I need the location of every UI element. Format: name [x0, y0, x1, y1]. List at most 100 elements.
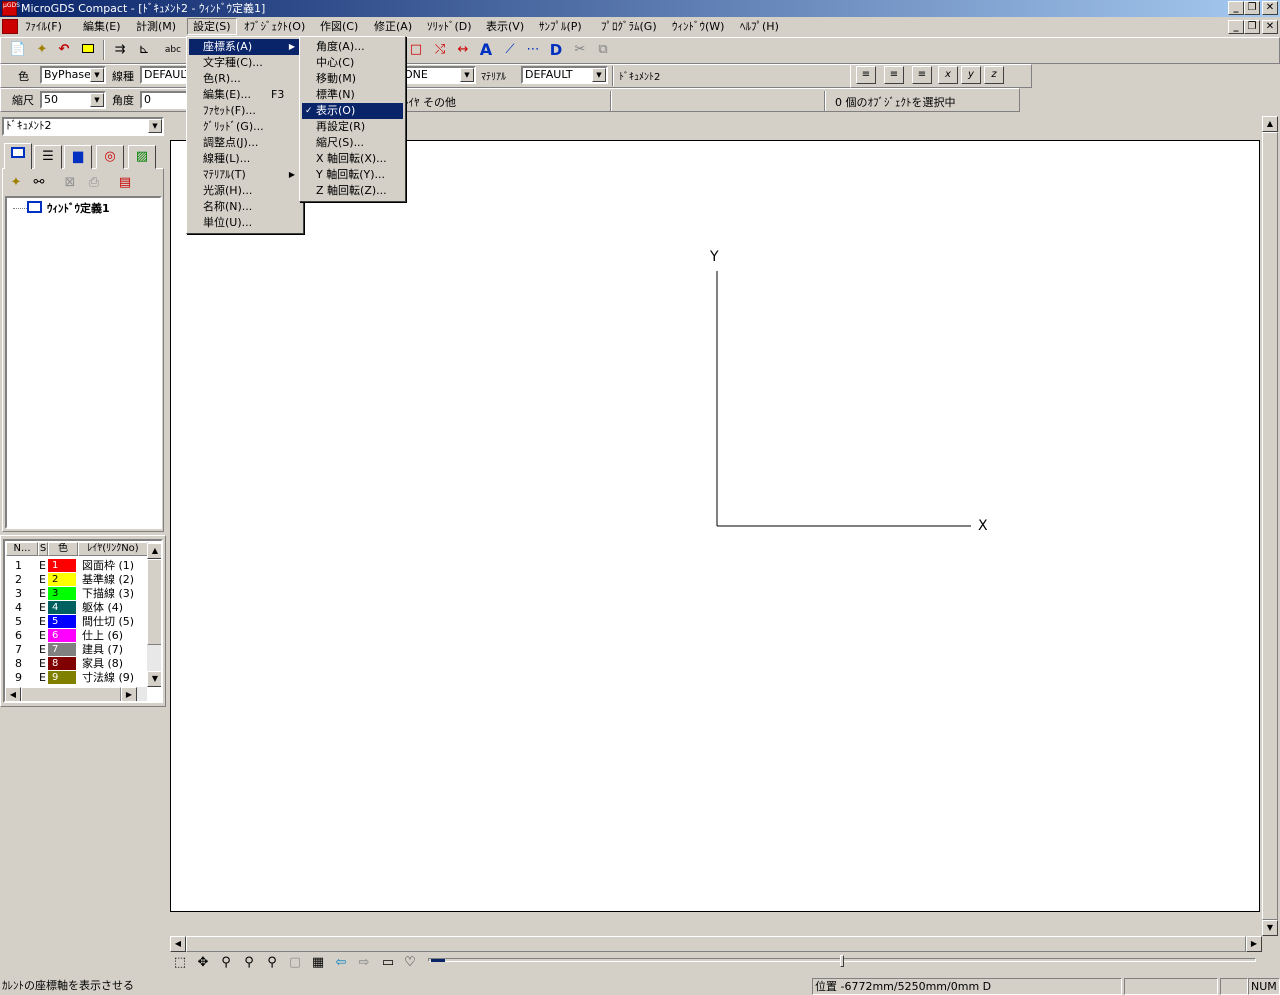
column-number[interactable]: N...	[6, 542, 38, 556]
layer-row[interactable]: 3 E 3 下描線 (3)	[5, 587, 147, 601]
scroll-down-icon[interactable]: ▼	[147, 671, 161, 687]
tab-images[interactable]: ▨	[128, 145, 156, 169]
settings-menu-item[interactable]: 色(R)...	[189, 71, 299, 87]
pan-icon[interactable]: ✥	[193, 953, 213, 973]
leader-icon[interactable]: ⟋	[500, 40, 520, 60]
text-icon[interactable]: abc	[163, 40, 183, 60]
layer-row[interactable]: 4 E 4 躯体 (4)	[5, 601, 147, 615]
align-center-icon[interactable]: ≡	[884, 66, 904, 84]
layer-color-swatch[interactable]: 2	[48, 573, 76, 586]
minimize-button[interactable]: _	[1228, 1, 1244, 15]
angle-input[interactable]: 0	[140, 91, 188, 109]
child-minimize-button[interactable]: _	[1228, 20, 1244, 34]
restore-button[interactable]: ❐	[1244, 1, 1260, 15]
select-icon[interactable]	[78, 40, 98, 60]
fit-icon[interactable]: ♡	[400, 953, 420, 973]
menu-modify[interactable]: 修正(A)	[369, 18, 417, 35]
settings-menu-item[interactable]: ｸﾞﾘｯﾄﾞ(G)...	[189, 119, 299, 135]
linetype-combo[interactable]: DEFAULT	[140, 66, 188, 84]
dim-d-icon[interactable]: D	[546, 40, 566, 60]
x-icon[interactable]: x	[938, 66, 958, 84]
layer-hscroll[interactable]: ◀ ▶	[5, 687, 147, 701]
coordinate-submenu-item[interactable]: X 軸回転(X)...	[302, 151, 403, 167]
color-combo[interactable]: ByPhase ▼	[40, 66, 106, 84]
delete-window-icon[interactable]: ⊠	[60, 173, 80, 193]
view-3d-icon[interactable]: ⬚	[170, 953, 190, 973]
forward-icon[interactable]: ⇨	[354, 953, 374, 973]
drawing-canvas[interactable]: Y X	[170, 140, 1260, 912]
column-layer[interactable]: ﾚｲﾔ(ﾘﾝｸNo)	[78, 542, 148, 556]
scroll-right-icon[interactable]: ▶	[1246, 936, 1262, 952]
layer-color-swatch[interactable]: 5	[48, 615, 76, 628]
layer-color-swatch[interactable]: 9	[48, 671, 76, 684]
menu-help[interactable]: ﾍﾙﾌﾟ(H)	[735, 18, 784, 35]
undo-icon[interactable]: ↶	[54, 40, 74, 60]
chevron-down-icon[interactable]: ▼	[90, 68, 104, 82]
settings-menu-item[interactable]: 編集(E)... F3	[189, 87, 299, 103]
menu-settings[interactable]: 設定(S)	[187, 18, 237, 35]
layer-color-swatch[interactable]: 4	[48, 601, 76, 614]
menu-file[interactable]: ﾌｧｲﾙ(F)	[20, 18, 67, 35]
coordinate-submenu-item[interactable]: Z 軸回転(Z)...	[302, 183, 403, 199]
settings-menu-item[interactable]: 文字種(C)...	[189, 55, 299, 71]
document-combo[interactable]: ﾄﾞｷｭﾒﾝﾄ2 ▼	[2, 117, 164, 136]
settings-menu-item[interactable]: 調整点(J)...	[189, 135, 299, 151]
chevron-down-icon[interactable]: ▼	[460, 68, 474, 82]
layer-color-swatch[interactable]: 3	[48, 587, 76, 600]
menu-sample[interactable]: ｻﾝﾌﾟﾙ(P)	[534, 18, 587, 35]
paste-icon[interactable]: ⧉	[593, 40, 613, 60]
child-close-button[interactable]: ✕	[1262, 20, 1278, 34]
scroll-left-icon[interactable]: ◀	[170, 936, 186, 952]
coordinate-submenu-item[interactable]: Y 軸回転(Y)...	[302, 167, 403, 183]
layer-color-swatch[interactable]: 8	[48, 657, 76, 670]
menu-measure[interactable]: 計測(M)	[131, 18, 181, 35]
settings-menu-item[interactable]: 光源(H)...	[189, 183, 299, 199]
new-window-icon[interactable]: ✦	[6, 173, 26, 193]
measure-icon[interactable]: ⇉	[110, 40, 130, 60]
coordinate-submenu-item[interactable]: 再設定(R)	[302, 119, 403, 135]
scroll-down-icon[interactable]: ▼	[1262, 920, 1278, 936]
layer-vscroll[interactable]: ▲ ▼	[147, 543, 161, 687]
dimension-icon[interactable]: ⊾	[134, 40, 154, 60]
zoom-icon[interactable]: ⚲	[216, 953, 236, 973]
zoom-window-icon[interactable]: ▢	[285, 953, 305, 973]
back-icon[interactable]: ⇦	[331, 953, 351, 973]
scroll-right-icon[interactable]: ▶	[121, 687, 137, 701]
settings-menu-item[interactable]: 単位(U)...	[189, 215, 299, 231]
close-button[interactable]: ✕	[1262, 1, 1278, 15]
scroll-left-icon[interactable]: ◀	[5, 687, 21, 701]
scroll-up-icon[interactable]: ▲	[147, 543, 161, 559]
coordinate-submenu-item[interactable]: 移動(M)	[302, 71, 403, 87]
align-left-icon[interactable]: ≡	[856, 66, 876, 84]
menu-edit[interactable]: 編集(E)	[78, 18, 126, 35]
scroll-thumb[interactable]	[147, 559, 161, 645]
layer-row[interactable]: 5 E 5 間仕切 (5)	[5, 615, 147, 629]
zoom-out-icon[interactable]: ⚲	[262, 953, 282, 973]
coordinate-submenu-item[interactable]: 縮尺(S)...	[302, 135, 403, 151]
scale-combo[interactable]: 50 ▼	[40, 91, 106, 109]
tab-materials[interactable]: ◎	[96, 145, 124, 169]
layer-row[interactable]: 7 E 7 建具 (7)	[5, 643, 147, 657]
material-combo[interactable]: DEFAULT ▼	[521, 66, 608, 84]
layer-color-swatch[interactable]: 1	[48, 559, 76, 572]
menu-draw[interactable]: 作図(C)	[315, 18, 363, 35]
canvas-hscroll[interactable]: ◀ ▶	[170, 936, 1262, 952]
chevron-down-icon[interactable]: ▼	[148, 119, 162, 133]
layer-row[interactable]: 9 E 9 寸法線 (9)	[5, 671, 147, 685]
trim-icon[interactable]: ⤭	[430, 40, 450, 60]
scroll-thumb[interactable]	[21, 687, 121, 701]
open-icon[interactable]: ✦	[32, 40, 52, 60]
settings-menu-item[interactable]: 名称(N)...	[189, 199, 299, 215]
print-icon[interactable]: ⎙	[84, 173, 104, 193]
settings-menu-item[interactable]: 線種(L)...	[189, 151, 299, 167]
properties-icon[interactable]: ▤	[115, 173, 135, 193]
column-state[interactable]: S	[38, 542, 48, 556]
phase-combo[interactable]: ONE ▼	[400, 66, 476, 84]
scroll-thumb[interactable]	[1262, 132, 1278, 920]
column-color[interactable]: 色	[48, 542, 78, 556]
tab-windows[interactable]	[4, 143, 32, 169]
settings-menu-item[interactable]: ﾏﾃﾘｱﾙ(T) ▶	[189, 167, 299, 183]
align-right-icon[interactable]: ≡	[912, 66, 932, 84]
tab-layers[interactable]: ☰	[34, 145, 62, 169]
dotted-line-icon[interactable]: ⋯	[523, 40, 543, 60]
